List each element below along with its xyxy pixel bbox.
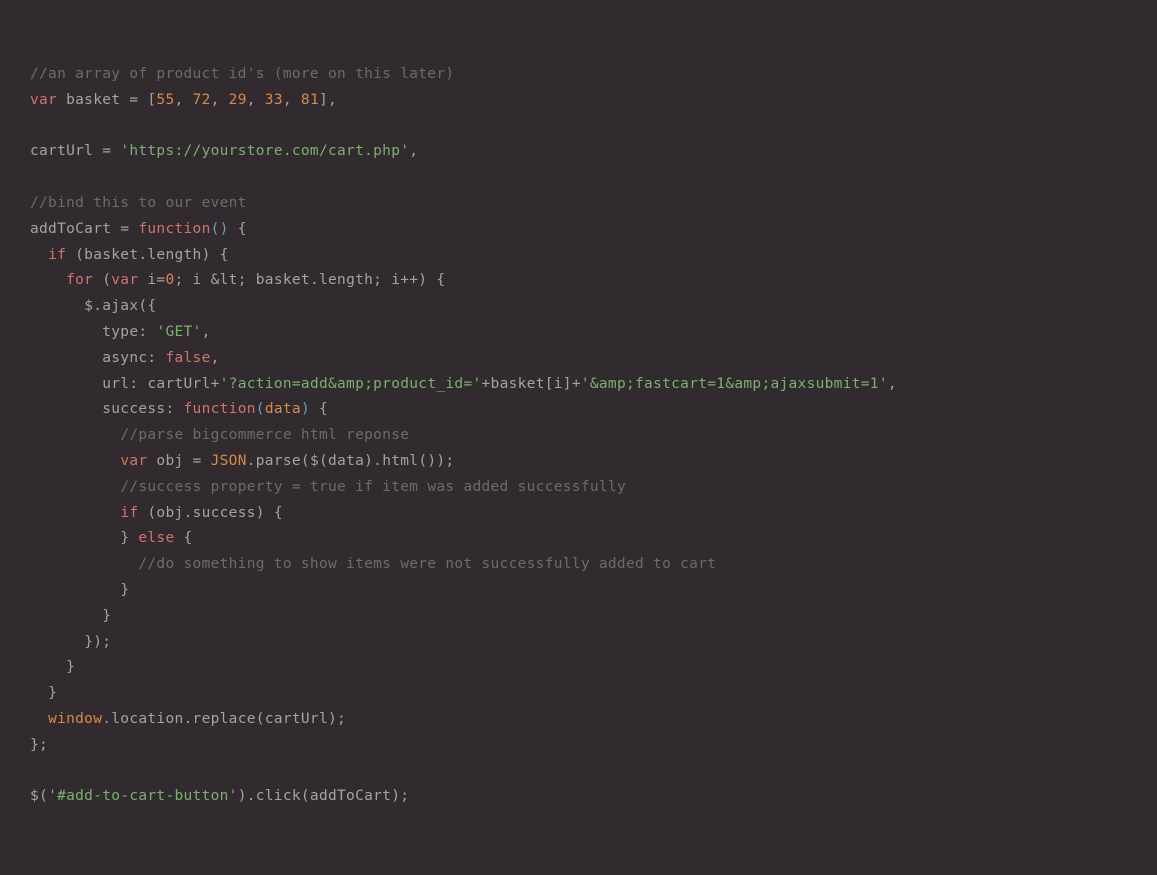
code-text: ,: [888, 376, 897, 392]
code-text: i=: [138, 272, 165, 288]
code-keyword: var: [111, 272, 138, 288]
code-text: [30, 659, 66, 675]
code-text: addToCart =: [30, 221, 138, 237]
code-text: [30, 530, 120, 546]
code-text: [30, 247, 48, 263]
code-text: (obj.success) {: [138, 505, 282, 521]
code-text: $.ajax({: [84, 298, 156, 314]
code-text: };: [30, 737, 48, 753]
code-json: JSON: [211, 453, 247, 469]
code-string: 'https://yourstore.com/cart.php': [120, 143, 409, 159]
code-text: +basket[i]+: [482, 376, 581, 392]
code-text: [30, 350, 102, 366]
code-comment: //an array of product id's (more on this…: [30, 66, 454, 82]
code-text: basket = [: [57, 92, 156, 108]
code-number: 72: [193, 92, 211, 108]
code-text: [30, 505, 120, 521]
code-text: ,: [247, 92, 265, 108]
code-comment: //parse bigcommerce html reponse: [120, 427, 409, 443]
code-text: [30, 556, 138, 572]
code-text: {: [310, 401, 328, 417]
code-text: [30, 401, 102, 417]
code-text: [30, 582, 120, 598]
code-keyword: if: [48, 247, 66, 263]
code-string: 'GET': [156, 324, 201, 340]
code-text: success:: [102, 401, 183, 417]
code-string: '&amp;fastcart=1&amp;ajaxsubmit=1': [581, 376, 888, 392]
code-number: 33: [265, 92, 283, 108]
code-text: [30, 685, 48, 701]
code-text: [30, 479, 120, 495]
code-text: ,: [409, 143, 418, 159]
code-text: ,: [211, 92, 229, 108]
code-text: [30, 324, 102, 340]
code-number: 55: [156, 92, 174, 108]
code-block: //an array of product id's (more on this…: [30, 62, 1127, 810]
code-text: ,: [211, 350, 220, 366]
code-text: [30, 608, 102, 624]
code-text: }: [102, 608, 111, 624]
code-keyword: false: [165, 350, 210, 366]
code-keyword: function: [184, 401, 256, 417]
code-text: [30, 272, 66, 288]
code-text: ],: [319, 92, 337, 108]
code-text: [30, 376, 102, 392]
code-window: window: [48, 711, 102, 727]
code-text: $(: [30, 788, 48, 804]
code-param: data: [265, 401, 301, 417]
code-text: }: [48, 685, 57, 701]
code-number: 0: [165, 272, 174, 288]
code-keyword: else: [138, 530, 174, 546]
code-text: [30, 427, 120, 443]
code-text: }: [66, 659, 75, 675]
code-text: .location.replace(cartUrl);: [102, 711, 346, 727]
code-paren: ): [301, 401, 310, 417]
code-text: ; i &lt; basket.length; i++) {: [175, 272, 446, 288]
code-text: [30, 711, 48, 727]
code-keyword: for: [66, 272, 93, 288]
code-text: ,: [174, 92, 192, 108]
code-paren: (): [211, 221, 229, 237]
code-text: type:: [102, 324, 156, 340]
code-text: {: [175, 530, 193, 546]
code-number: 81: [301, 92, 319, 108]
code-number: 29: [229, 92, 247, 108]
code-text: }: [120, 530, 138, 546]
code-text: .parse($(data).html());: [247, 453, 455, 469]
code-text: (basket.length) {: [66, 247, 229, 263]
code-text: ).click(addToCart);: [238, 788, 410, 804]
code-paren: (: [256, 401, 265, 417]
code-text: ,: [202, 324, 211, 340]
code-keyword: var: [30, 92, 57, 108]
code-text: (: [93, 272, 111, 288]
code-text: [30, 453, 120, 469]
code-keyword: if: [120, 505, 138, 521]
code-text: obj =: [147, 453, 210, 469]
code-comment: //bind this to our event: [30, 195, 247, 211]
code-text: async:: [102, 350, 165, 366]
code-keyword: var: [120, 453, 147, 469]
code-text: {: [229, 221, 247, 237]
code-text: }: [120, 582, 129, 598]
code-text: [30, 634, 84, 650]
code-text: [30, 298, 84, 314]
code-string: '#add-to-cart-button': [48, 788, 238, 804]
code-text: cartUrl =: [30, 143, 120, 159]
code-string: '?action=add&amp;product_id=': [220, 376, 482, 392]
code-keyword: function: [138, 221, 210, 237]
code-text: url: cartUrl+: [102, 376, 219, 392]
code-comment: //do something to show items were not su…: [138, 556, 716, 572]
code-text: ,: [283, 92, 301, 108]
code-text: });: [84, 634, 111, 650]
code-comment: //success property = true if item was ad…: [120, 479, 626, 495]
